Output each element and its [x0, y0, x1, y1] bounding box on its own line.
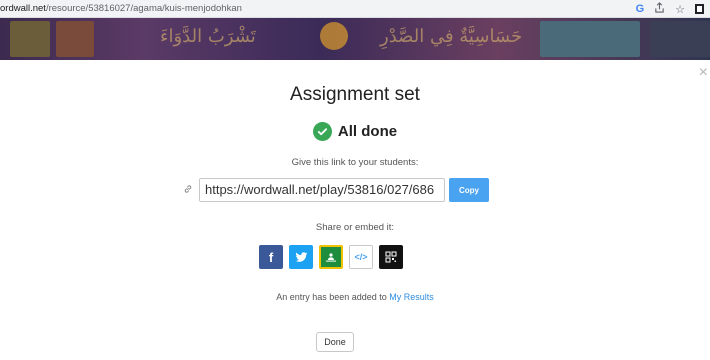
check-icon	[312, 122, 332, 141]
close-icon[interactable]: ×	[699, 64, 708, 82]
banner-image	[650, 21, 710, 57]
banner-circle	[320, 22, 348, 50]
banner-arabic-text: حَسَاسِيَّةٌ فِي الصَّدْرِ	[380, 26, 523, 47]
banner-arabic-text: تَشْرَبُ الدَّوَاءَ	[160, 26, 256, 47]
twitter-icon[interactable]	[289, 245, 313, 269]
share-icon[interactable]	[654, 2, 665, 16]
assignment-modal: × Assignment set All done Give this link…	[0, 60, 710, 360]
banner-image	[56, 21, 94, 57]
embed-icon[interactable]: </>	[349, 245, 373, 269]
give-link-label: Give this link to your students:	[291, 157, 419, 168]
entry-note: An entry has been added to My Results	[0, 292, 710, 302]
extension-icon[interactable]	[695, 4, 704, 14]
my-results-link[interactable]: My Results	[389, 292, 434, 302]
address-bar[interactable]: ordwall.net/resource/53816027/agama/kuis…	[0, 3, 242, 14]
browser-actions: G ☆	[636, 2, 704, 16]
url-path: /resource/53816027/agama/kuis-menjodohka…	[45, 3, 242, 14]
google-icon[interactable]: G	[636, 3, 645, 15]
modal-title: Assignment set	[290, 84, 420, 105]
share-link-input[interactable]: https://wordwall.net/play/53816/027/686	[199, 178, 445, 202]
link-icon	[183, 184, 193, 197]
link-row: https://wordwall.net/play/53816/027/686 …	[183, 178, 489, 202]
entry-text: An entry has been added to	[276, 292, 390, 302]
browser-toolbar: ordwall.net/resource/53816027/agama/kuis…	[0, 0, 710, 18]
google-classroom-icon[interactable]	[319, 245, 343, 269]
status-text: All done	[337, 123, 398, 140]
page-banner: تَشْرَبُ الدَّوَاءَ حَسَاسِيَّةٌ فِي الص…	[0, 18, 710, 60]
status-row: All done	[0, 122, 710, 141]
url-domain: ordwall.net	[0, 3, 46, 14]
star-icon[interactable]: ☆	[675, 3, 685, 16]
share-label: Share or embed it:	[315, 222, 395, 233]
done-button[interactable]: Done	[316, 332, 354, 352]
facebook-icon[interactable]: f	[259, 245, 283, 269]
banner-image	[540, 21, 640, 57]
qr-code-icon[interactable]	[379, 245, 403, 269]
banner-image	[10, 21, 50, 57]
share-buttons: f </>	[259, 245, 403, 269]
copy-button[interactable]: Copy	[449, 178, 489, 202]
